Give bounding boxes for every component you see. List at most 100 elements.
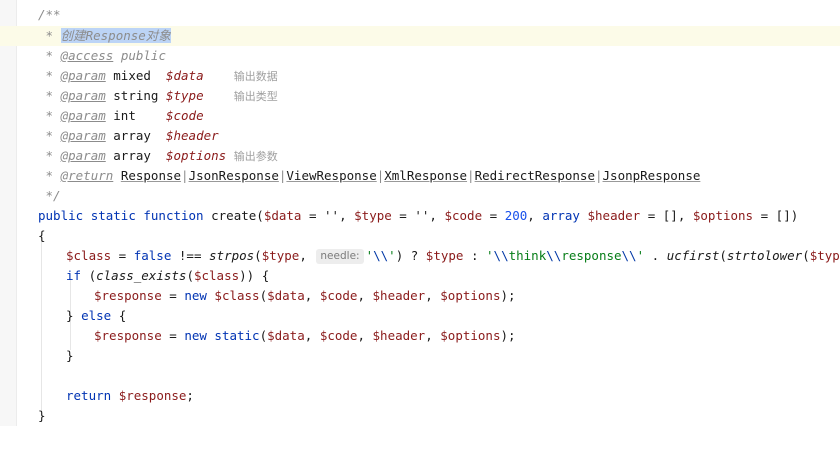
doc-star: * <box>45 48 54 63</box>
escape-sequence: \\ <box>493 248 509 263</box>
punct: : <box>463 248 487 263</box>
function-call[interactable]: class_exists <box>96 268 186 283</box>
keyword: function <box>143 208 204 223</box>
function-call[interactable]: strpos <box>209 248 254 263</box>
code-line[interactable]: * @param string $type 输出类型 <box>0 86 840 106</box>
punct: ( <box>186 268 194 283</box>
code-line[interactable]: * @param mixed $data 输出数据 <box>0 66 840 86</box>
param-type: int <box>113 108 136 123</box>
function-call[interactable]: ucfirst <box>667 248 720 263</box>
code-line[interactable]: * @return Response|JsonResponse|ViewResp… <box>0 166 840 186</box>
escape-sequence: \\ <box>621 248 637 263</box>
return-type[interactable]: JsonpResponse <box>603 168 701 183</box>
variable: $code <box>319 288 358 303</box>
function-call[interactable]: strtolower <box>727 248 802 263</box>
punct: ; <box>186 388 194 403</box>
code-line[interactable]: if (class_exists($class)) { <box>0 266 840 286</box>
keyword: if <box>66 268 82 283</box>
code-line[interactable]: } <box>0 406 840 426</box>
code-line[interactable]: } <box>0 346 840 366</box>
param-tag: @param <box>60 68 106 83</box>
return-type[interactable]: JsonResponse <box>189 168 279 183</box>
variable: $options <box>440 288 501 303</box>
brace: { <box>38 228 46 243</box>
code-line[interactable]: } else { <box>0 306 840 326</box>
doc-close: */ <box>45 188 61 203</box>
punct: = [], <box>640 208 693 223</box>
punct: !== <box>171 248 210 263</box>
punct: = <box>161 328 185 343</box>
punct: )) { <box>239 268 270 283</box>
return-type[interactable]: RedirectResponse <box>475 168 595 183</box>
doc-star: * <box>45 88 54 103</box>
code-line[interactable]: /** <box>0 5 840 25</box>
variable: $type <box>809 248 840 263</box>
punct: , <box>304 328 320 343</box>
doc-star: * <box>45 108 54 123</box>
punct: = []) <box>753 208 799 223</box>
number: 200 <box>504 208 528 223</box>
punct: , <box>425 328 441 343</box>
doc-open: /** <box>38 7 61 22</box>
code-line[interactable]: * @param int $code <box>0 106 840 126</box>
keyword: public <box>38 208 84 223</box>
code-line[interactable]: $response = new static($data, $code, $he… <box>0 326 840 346</box>
param-var: $code <box>165 108 204 123</box>
code-line[interactable]: * @access public <box>0 46 840 66</box>
keyword: return <box>66 388 112 403</box>
punct: ( <box>259 328 268 343</box>
punct: . <box>644 248 667 263</box>
variable: $data <box>263 208 302 223</box>
selected-text[interactable]: 创建Response对象 <box>60 28 171 43</box>
type-separator: | <box>181 168 189 183</box>
return-type[interactable]: XmlResponse <box>384 168 467 183</box>
code-line[interactable]: */ <box>0 186 840 206</box>
type-separator: | <box>595 168 603 183</box>
variable: $class <box>214 288 260 303</box>
code-editor[interactable]: /** * 创建Response对象 * @access public * @p… <box>0 0 840 426</box>
keyword: new <box>184 288 207 303</box>
punct: ( <box>256 208 264 223</box>
code-line[interactable]: { <box>0 226 840 246</box>
param-type: array <box>113 128 151 143</box>
keyword: new <box>184 328 207 343</box>
string: ' <box>636 248 645 263</box>
parameter-hint: needle: <box>316 249 364 264</box>
code-line[interactable]: * @param array $header <box>0 126 840 146</box>
keyword: array <box>542 208 580 223</box>
variable: $header <box>372 288 426 303</box>
variable: $type <box>425 248 464 263</box>
string: response <box>561 248 622 263</box>
code-line[interactable]: $class = false !== strpos($type, needle:… <box>0 246 840 266</box>
punct: ); <box>500 328 516 343</box>
punct: = <box>161 288 185 303</box>
access-value: public <box>120 48 166 63</box>
punct: = '', <box>301 208 355 223</box>
code-line[interactable]: $response = new $class($data, $code, $he… <box>0 286 840 306</box>
function-name[interactable]: create <box>211 208 256 223</box>
variable: $class <box>66 248 112 263</box>
variable: $code <box>319 328 358 343</box>
escape-sequence: \\ <box>373 248 389 263</box>
punct: ) ? <box>395 248 426 263</box>
return-type[interactable]: Response <box>121 168 181 183</box>
string: think <box>508 248 547 263</box>
code-line[interactable]: public static function create($data = ''… <box>0 206 840 226</box>
code-line[interactable]: * @param array $options 输出参数 <box>0 146 840 166</box>
keyword: static <box>214 328 260 343</box>
param-var: $options <box>165 148 227 163</box>
variable: $options <box>440 328 501 343</box>
code-line-current[interactable]: * 创建Response对象 <box>0 26 840 46</box>
keyword: else <box>81 308 112 323</box>
doc-star: * <box>45 168 54 183</box>
code-line-empty[interactable] <box>0 366 840 386</box>
code-line[interactable]: return $response; <box>0 386 840 406</box>
doc-star: * <box>45 148 54 163</box>
return-type[interactable]: ViewResponse <box>286 168 376 183</box>
